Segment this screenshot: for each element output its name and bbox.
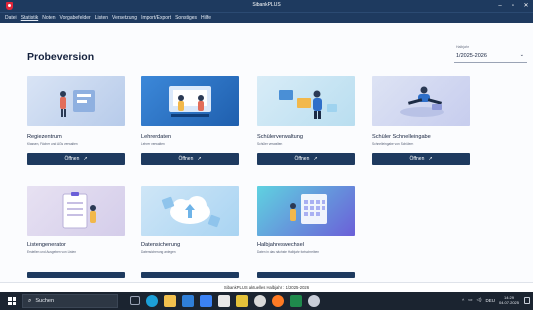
mail-icon[interactable] <box>200 295 212 307</box>
firefox-icon[interactable] <box>272 295 284 307</box>
open-listengenerator-button[interactable] <box>27 272 125 278</box>
external-arrow-icon: ↗ <box>313 156 318 162</box>
card-title: Schüler Schnelleingabe <box>372 134 431 140</box>
maximize-icon[interactable]: ▫ <box>510 1 516 11</box>
halbjahreswechsel-illustration <box>257 186 355 236</box>
windows-taskbar: ⌕ Suchen ^ ▭ ◁) DEU 14:29 04.07.2025 <box>0 292 533 310</box>
card-datensicherung: Datensicherung Datensicherung anlegen <box>141 186 239 278</box>
menu-item-datei[interactable]: Datei <box>5 15 17 21</box>
card-subtitle: Daten in das nächste Halbjahr fortschrei… <box>257 250 320 254</box>
search-placeholder: Suchen <box>35 298 55 304</box>
card-subtitle: Datensicherung anlegen <box>141 250 176 254</box>
card-subtitle: Lehrer verwalten <box>141 142 165 146</box>
open-halbjahreswechsel-button[interactable] <box>257 272 355 278</box>
menu-item-versetzung[interactable]: Versetzung <box>112 15 137 21</box>
menu-item-listen[interactable]: Listen <box>95 15 108 21</box>
menu-item-statistik[interactable]: Statistik <box>21 15 39 21</box>
card-regiezentrum: Regiezentrum Klassen, Fächer und AGs ver… <box>27 76 125 165</box>
status-bar: SibankPLUS aktuelles Halbjahr : 1/2025-2… <box>0 282 533 292</box>
menu-bar: Datei Statistik Noten Vorgabefelder List… <box>0 12 533 23</box>
open-schnelleingabe-button[interactable]: Öffnen ↗ <box>372 153 470 165</box>
menu-item-vorgabefelder[interactable]: Vorgabefelder <box>60 15 91 21</box>
taskbar-search[interactable]: ⌕ Suchen <box>22 294 118 308</box>
card-title: Schülerverwaltung <box>257 134 304 140</box>
edge-icon[interactable] <box>146 295 158 307</box>
datensicherung-illustration <box>141 186 239 236</box>
period-select[interactable]: 1/2025-2026 ⌄ <box>454 50 527 63</box>
card-title: Halbjahreswechsel <box>257 242 304 248</box>
window-controls: – ▫ ✕ <box>497 1 529 11</box>
browser-icon[interactable] <box>254 295 266 307</box>
search-icon: ⌕ <box>28 297 32 304</box>
button-label: Öffnen <box>294 156 310 162</box>
card-halbjahreswechsel: Halbjahreswechsel Daten in das nächste H… <box>257 186 355 278</box>
card-title: Listengenerator <box>27 242 66 248</box>
open-regiezentrum-button[interactable]: Öffnen ↗ <box>27 153 125 165</box>
excel-icon[interactable] <box>290 295 302 307</box>
open-schuelerverwaltung-button[interactable]: Öffnen ↗ <box>257 153 355 165</box>
window-title: SibankPLUS <box>252 2 281 8</box>
listengenerator-illustration <box>27 186 125 236</box>
file-explorer-icon[interactable] <box>164 295 176 307</box>
external-arrow-icon: ↗ <box>197 156 202 162</box>
sibank-taskbar-icon[interactable] <box>308 295 320 307</box>
period-value: 1/2025-2026 <box>456 53 487 59</box>
menu-item-sonstiges[interactable]: Sonstiges <box>175 15 197 21</box>
clock[interactable]: 14:29 04.07.2025 <box>499 295 519 305</box>
task-view-icon[interactable] <box>130 296 140 305</box>
open-lehrerdaten-button[interactable]: Öffnen ↗ <box>141 153 239 165</box>
language-indicator[interactable]: DEU <box>485 298 495 303</box>
card-title: Regiezentrum <box>27 134 62 140</box>
store-icon[interactable] <box>182 295 194 307</box>
regiezentrum-illustration <box>27 76 125 126</box>
taskbar-apps <box>130 295 320 307</box>
chevron-down-icon: ⌄ <box>519 52 524 58</box>
lehrerdaten-illustration <box>141 76 239 126</box>
open-datensicherung-button[interactable] <box>141 272 239 278</box>
title-bar: SibankPLUS – ▫ ✕ <box>0 0 533 12</box>
card-schuelerverwaltung: Schülerverwaltung Schüler verwalten Öffn… <box>257 76 355 165</box>
calendar-icon[interactable] <box>218 295 230 307</box>
button-label: Öffnen <box>409 156 425 162</box>
card-listengenerator: Listengenerator Erstellen und Ausgeben v… <box>27 186 125 278</box>
card-lehrerdaten: Lehrerdaten Lehrer verwalten Öffnen ↗ <box>141 76 239 165</box>
card-schueler-schnelleingabe: Schüler Schnelleingabe Schnelleingabe vo… <box>372 76 470 165</box>
menu-item-import-export[interactable]: Import/Export <box>141 15 171 21</box>
menu-item-hilfe[interactable]: Hilfe <box>201 15 211 21</box>
card-subtitle: Schüler verwalten <box>257 142 283 146</box>
notification-icon[interactable] <box>524 297 530 304</box>
clock-date: 04.07.2025 <box>498 300 519 305</box>
card-subtitle: Schnelleingabe von Schülern <box>372 142 414 146</box>
app-icon-yellow[interactable] <box>236 295 248 307</box>
system-tray: ^ ▭ ◁) DEU 14:29 04.07.2025 <box>462 295 519 305</box>
external-arrow-icon: ↗ <box>83 156 88 162</box>
button-label: Öffnen <box>64 156 80 162</box>
period-label: Halbjahr <box>456 45 470 49</box>
close-icon[interactable]: ✕ <box>523 1 529 11</box>
card-title: Lehrerdaten <box>141 134 172 140</box>
network-icon[interactable]: ▭ <box>468 297 472 303</box>
external-arrow-icon: ↗ <box>428 156 433 162</box>
button-label: Öffnen <box>178 156 194 162</box>
card-subtitle: Erstellen und Ausgeben von Listen <box>27 250 77 254</box>
minimize-icon[interactable]: – <box>497 1 503 11</box>
card-title: Datensicherung <box>141 242 181 248</box>
main-content: Probeversion Halbjahr 1/2025-2026 ⌄ Regi… <box>0 23 533 282</box>
speaker-icon[interactable]: ◁) <box>476 297 481 303</box>
page-title: Probeversion <box>27 51 95 63</box>
schnelleingabe-illustration <box>372 76 470 126</box>
card-subtitle: Klassen, Fächer und AGs verwalten <box>27 142 78 146</box>
menu-item-noten[interactable]: Noten <box>42 15 55 21</box>
tray-chevron-icon[interactable]: ^ <box>462 298 464 303</box>
schuelerverwaltung-illustration <box>257 76 355 126</box>
windows-start-icon[interactable] <box>8 297 16 305</box>
